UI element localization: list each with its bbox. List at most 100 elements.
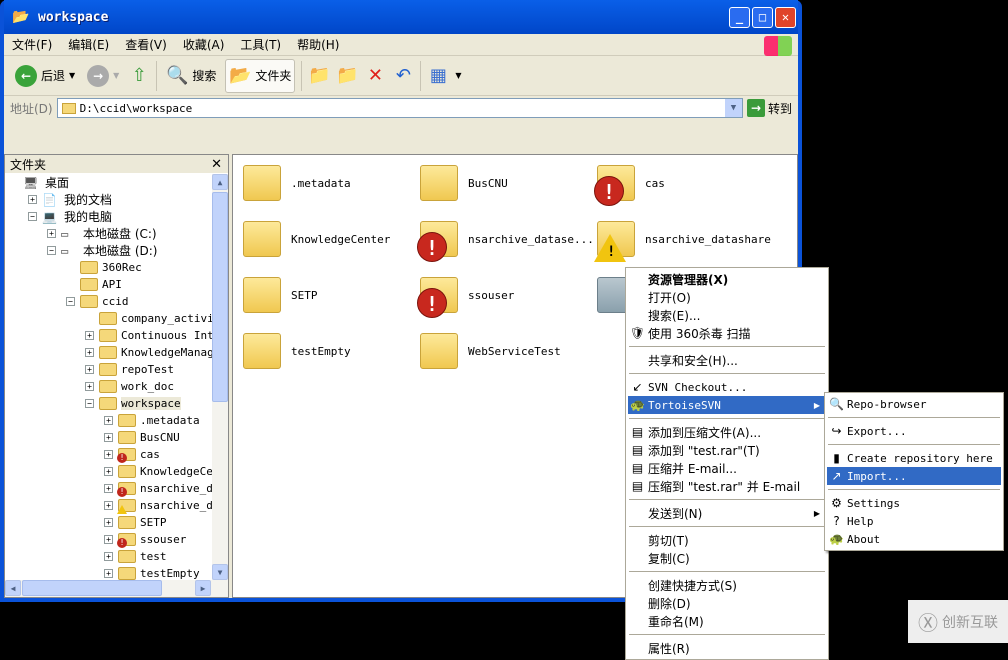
- expand-toggle[interactable]: +: [85, 382, 94, 391]
- tree-node[interactable]: + work_doc: [5, 378, 213, 395]
- go-button[interactable]: → 转到: [746, 99, 792, 117]
- file-item[interactable]: .metadata: [243, 165, 418, 201]
- maximize-button[interactable]: □: [752, 6, 773, 28]
- tree-node[interactable]: + repoTest: [5, 361, 213, 378]
- menu-item-s[interactable]: 创建快捷方式(S): [628, 576, 826, 594]
- tree-node[interactable]: + test: [5, 548, 213, 565]
- expand-toggle[interactable]: +: [104, 569, 113, 578]
- expand-toggle[interactable]: +: [104, 552, 113, 561]
- tree-node[interactable]: + SETP: [5, 514, 213, 531]
- tree-node[interactable]: − 💻 我的电脑: [5, 208, 213, 225]
- expand-toggle[interactable]: +: [104, 467, 113, 476]
- vertical-scrollbar[interactable]: ▲ ▼: [212, 174, 228, 580]
- copy-to-icon[interactable]: 📁: [336, 65, 358, 87]
- tree-node[interactable]: +! nsarchive_data: [5, 480, 213, 497]
- expand-toggle[interactable]: +: [28, 195, 37, 204]
- tree-node[interactable]: company_activities: [5, 310, 213, 327]
- expand-toggle[interactable]: +: [104, 518, 113, 527]
- menu-5[interactable]: 帮助(H): [297, 36, 339, 53]
- expand-toggle[interactable]: −: [66, 297, 75, 306]
- tree-node[interactable]: 360Rec: [5, 259, 213, 276]
- menu-item-about[interactable]: 🐢 About: [827, 530, 1001, 548]
- file-item[interactable]: ! nsarchive_datase...: [417, 221, 595, 262]
- file-item[interactable]: testEmpty: [243, 333, 418, 369]
- tree-node[interactable]: API: [5, 276, 213, 293]
- close-pane-icon[interactable]: ✕: [211, 157, 222, 172]
- menu-1[interactable]: 编辑(E): [68, 36, 109, 53]
- tree-node[interactable]: + testEmpty: [5, 565, 213, 580]
- menu-item-tortoisesvn[interactable]: 🐢 TortoiseSVN ▶: [628, 396, 826, 414]
- menu-item-export[interactable]: ↪ Export...: [827, 422, 1001, 440]
- close-button[interactable]: ✕: [775, 6, 796, 28]
- menu-item-test-rar-e-mail[interactable]: ▤ 压缩到 "test.rar" 并 E-mail: [628, 477, 826, 495]
- expand-toggle[interactable]: +: [104, 535, 113, 544]
- expand-toggle[interactable]: +: [85, 348, 94, 357]
- tree-node[interactable]: − workspace: [5, 395, 213, 412]
- menu-item-e-mail[interactable]: ▤ 压缩并 E-mail...: [628, 459, 826, 477]
- forward-button[interactable]: → ▼: [84, 59, 122, 93]
- expand-toggle[interactable]: +: [85, 365, 94, 374]
- expand-toggle[interactable]: −: [85, 399, 94, 408]
- menu-item-m[interactable]: 重命名(M): [628, 612, 826, 630]
- menu-item-o[interactable]: 打开(O): [628, 288, 826, 306]
- menu-item-h[interactable]: 共享和安全(H)...: [628, 351, 826, 369]
- menu-item-x[interactable]: 资源管理器(X): [628, 270, 826, 288]
- menu-item-svn-checkout[interactable]: ↙ SVN Checkout...: [628, 378, 826, 396]
- tree-node[interactable]: 🖥 桌面: [5, 174, 213, 191]
- move-to-icon[interactable]: 📁: [308, 65, 330, 87]
- back-button[interactable]: ← 后退 ▼: [12, 59, 78, 93]
- delete-icon[interactable]: ✕: [364, 65, 386, 87]
- menu-4[interactable]: 工具(T): [240, 36, 281, 53]
- scroll-thumb[interactable]: [212, 192, 228, 402]
- menu-item-d[interactable]: 删除(D): [628, 594, 826, 612]
- file-item[interactable]: ! ssouser: [417, 277, 595, 318]
- tree-node[interactable]: +! cas: [5, 446, 213, 463]
- expand-toggle[interactable]: +: [104, 433, 113, 442]
- menu-0[interactable]: 文件(F): [12, 36, 52, 53]
- menu-2[interactable]: 查看(V): [125, 36, 167, 53]
- expand-toggle[interactable]: +: [104, 416, 113, 425]
- menu-item-360[interactable]: 🛡 使用 360杀毒 扫描: [628, 324, 826, 342]
- folders-button[interactable]: 📂 文件夹: [225, 58, 296, 93]
- tree-node[interactable]: + KnowledgeCenter: [5, 463, 213, 480]
- file-item[interactable]: KnowledgeCenter: [243, 221, 418, 257]
- tree-node[interactable]: + Continuous Integr: [5, 327, 213, 344]
- expand-toggle[interactable]: +: [104, 501, 113, 510]
- minimize-button[interactable]: _: [729, 6, 750, 28]
- file-item[interactable]: WebServiceTest: [420, 333, 595, 369]
- undo-icon[interactable]: ↶: [392, 65, 414, 87]
- search-button[interactable]: 🔍 搜索: [163, 59, 219, 93]
- horizontal-scrollbar[interactable]: ◀ ▶: [5, 580, 228, 597]
- menu-item-t[interactable]: 剪切(T): [628, 531, 826, 549]
- menu-item-n[interactable]: 发送到(N) ▶: [628, 504, 826, 522]
- menu-3[interactable]: 收藏(A): [183, 36, 225, 53]
- scroll-down-button[interactable]: ▼: [212, 564, 228, 580]
- expand-toggle[interactable]: −: [47, 246, 56, 255]
- tree-node[interactable]: + KnowledgeManageSys: [5, 344, 213, 361]
- menu-item-create-repository-here[interactable]: ▮ Create repository here: [827, 449, 1001, 467]
- file-item[interactable]: BusCNU: [420, 165, 595, 201]
- scroll-left-button[interactable]: ◀: [5, 580, 21, 596]
- tree-node[interactable]: +! ssouser: [5, 531, 213, 548]
- address-input[interactable]: D:\ccid\workspace ▼: [56, 98, 743, 118]
- menu-item-test-rar-t[interactable]: ▤ 添加到 "test.rar"(T): [628, 441, 826, 459]
- expand-toggle[interactable]: +: [104, 450, 113, 459]
- tree-node[interactable]: − ccid: [5, 293, 213, 310]
- tree-node[interactable]: + BusCNU: [5, 429, 213, 446]
- file-item[interactable]: ! cas: [594, 165, 772, 206]
- expand-toggle[interactable]: +: [47, 229, 56, 238]
- views-icon[interactable]: ▦: [427, 65, 449, 87]
- menu-item-e[interactable]: 搜索(E)...: [628, 306, 826, 324]
- menu-item-import[interactable]: ↗ Import...: [827, 467, 1001, 485]
- menu-item-c[interactable]: 复制(C): [628, 549, 826, 567]
- address-dropdown[interactable]: ▼: [724, 99, 742, 117]
- up-folder-icon[interactable]: ⇧: [128, 65, 150, 87]
- tree-node[interactable]: − ▭ 本地磁盘 (D:): [5, 242, 213, 259]
- expand-toggle[interactable]: +: [85, 331, 94, 340]
- menu-item-help[interactable]: ? Help: [827, 512, 1001, 530]
- title-bar[interactable]: 📂 workspace _ □ ✕: [4, 0, 798, 34]
- expand-toggle[interactable]: +: [104, 484, 113, 493]
- tree-node[interactable]: + nsarchive_data: [5, 497, 213, 514]
- tree-node[interactable]: + ▭ 本地磁盘 (C:): [5, 225, 213, 242]
- scroll-up-button[interactable]: ▲: [212, 174, 228, 190]
